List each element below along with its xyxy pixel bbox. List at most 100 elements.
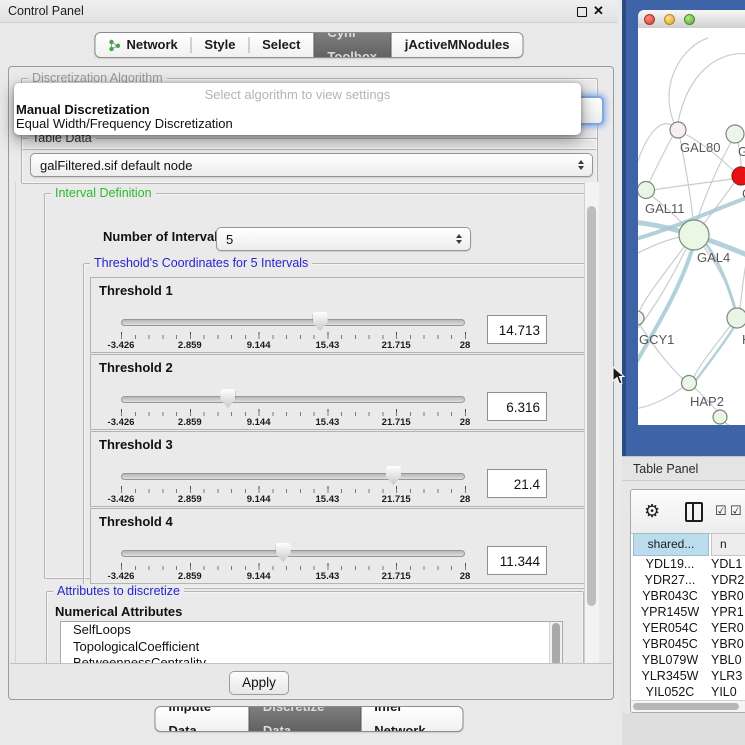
network-node[interactable] bbox=[638, 182, 655, 199]
table-panel-header: Table Panel bbox=[622, 456, 745, 481]
scrollbar-thumb[interactable] bbox=[633, 703, 739, 710]
network-node[interactable] bbox=[682, 376, 697, 391]
table-panel-body: ⚙ ☑ ☑ shared... n YDL19...YDL1YDR27...YD… bbox=[622, 481, 745, 745]
threshold-4-slider[interactable]: -3.4262.8599.14415.4321.71528 bbox=[121, 543, 466, 583]
slider-track[interactable] bbox=[121, 396, 465, 403]
float-window-icon[interactable] bbox=[577, 7, 587, 17]
cell-shared-name[interactable]: YBL079W bbox=[631, 652, 709, 668]
apply-button[interactable]: Apply bbox=[229, 671, 289, 695]
table-panel-title: Table Panel bbox=[633, 457, 698, 481]
table-row[interactable]: YBR045CYBR0 bbox=[631, 636, 745, 652]
dropdown-option-manual-discretization[interactable]: Manual Discretization bbox=[16, 102, 150, 117]
threshold-value-field[interactable]: 14.713 bbox=[487, 315, 547, 344]
column-header-name[interactable]: n bbox=[711, 533, 745, 556]
threshold-value-field[interactable]: 6.316 bbox=[487, 392, 547, 421]
slider-tick-label: 15.43 bbox=[316, 417, 340, 428]
cell-shared-name[interactable]: YLR345W bbox=[631, 668, 709, 684]
table-row[interactable]: YBL079WYBL0 bbox=[631, 652, 745, 668]
table-data-combobox[interactable]: galFiltered.sif default node bbox=[30, 153, 593, 177]
cell-name[interactable]: YDL1 bbox=[709, 556, 742, 572]
panel-vertical-scrollbar[interactable] bbox=[584, 182, 599, 664]
checkbox-icon[interactable]: ☑ bbox=[715, 503, 727, 519]
settings-scroll-viewport: Interval Definition Number of Intervals … bbox=[15, 182, 584, 664]
table-row[interactable]: YBR043CYBR0 bbox=[631, 588, 745, 604]
gear-icon[interactable]: ⚙ bbox=[644, 498, 660, 524]
network-node[interactable] bbox=[727, 308, 745, 328]
list-scrollbar[interactable] bbox=[549, 622, 562, 664]
table-row[interactable]: YDR27...YDR2 bbox=[631, 572, 745, 588]
cell-shared-name[interactable]: YER054C bbox=[631, 620, 709, 636]
slider-thumb[interactable] bbox=[386, 466, 401, 485]
network-node[interactable] bbox=[713, 410, 727, 424]
network-node[interactable] bbox=[638, 311, 644, 325]
threshold-1-slider[interactable]: -3.4262.8599.14415.4321.71528 bbox=[121, 312, 466, 352]
cell-shared-name[interactable]: YBR045C bbox=[631, 636, 709, 652]
slider-thumb[interactable] bbox=[220, 389, 235, 408]
table-row[interactable]: YER054CYER0 bbox=[631, 620, 745, 636]
cyni-toolbox-panel: Discretization Algorithm Select algorith… bbox=[8, 66, 614, 700]
tab-discretize-data[interactable]: Discretize Data bbox=[249, 707, 361, 731]
tab-infer-network[interactable]: Infer Network bbox=[361, 707, 462, 731]
threshold-value-field[interactable]: 11.344 bbox=[487, 546, 547, 575]
cell-name[interactable]: YBR0 bbox=[709, 636, 744, 652]
table-horizontal-scrollbar[interactable] bbox=[631, 700, 745, 712]
control-panel-window: Control Panel ✕ Network Style Select bbox=[0, 0, 618, 745]
network-canvas[interactable]: GAL80GACGAL11GAL4GCY1HHAP2 bbox=[638, 28, 745, 425]
threshold-3-slider[interactable]: -3.4262.8599.14415.4321.71528 bbox=[121, 466, 466, 506]
table-row[interactable]: YPR145WYPR1 bbox=[631, 604, 745, 620]
numerical-attribute-item[interactable]: SelfLoops bbox=[61, 622, 562, 639]
slider-thumb[interactable] bbox=[313, 312, 328, 331]
table-row[interactable]: YIL052CYIL0 bbox=[631, 684, 745, 698]
network-node[interactable] bbox=[670, 122, 686, 138]
tab-cyni-toolbox[interactable]: Cyni Toolbox bbox=[313, 33, 391, 57]
minimize-traffic-light-icon[interactable] bbox=[664, 14, 675, 25]
cell-name[interactable]: YER0 bbox=[709, 620, 744, 636]
cell-shared-name[interactable]: YBR043C bbox=[631, 588, 709, 604]
tab-jactivemnodules[interactable]: jActiveMNodules bbox=[392, 33, 523, 57]
cell-shared-name[interactable]: YDL19... bbox=[631, 556, 709, 572]
slider-tick-label: -3.426 bbox=[108, 340, 135, 351]
tab-select[interactable]: Select bbox=[249, 33, 313, 57]
dropdown-option-equal-width-frequency[interactable]: Equal Width/Frequency Discretization bbox=[16, 116, 233, 131]
threshold-value-field[interactable]: 21.4 bbox=[487, 469, 547, 498]
threshold-2-slider[interactable]: -3.4262.8599.14415.4321.71528 bbox=[121, 389, 466, 429]
slider-tick-label: 9.144 bbox=[247, 417, 271, 428]
cell-name[interactable]: YIL0 bbox=[709, 684, 737, 698]
cell-name[interactable]: YPR1 bbox=[709, 604, 744, 620]
zoom-traffic-light-icon[interactable] bbox=[684, 14, 695, 25]
cell-shared-name[interactable]: YDR27... bbox=[631, 572, 709, 588]
close-icon[interactable]: ✕ bbox=[593, 0, 604, 22]
tab-impute-data[interactable]: Impute Data bbox=[156, 707, 249, 731]
cell-shared-name[interactable]: YIL052C bbox=[631, 684, 709, 698]
network-node[interactable] bbox=[726, 125, 744, 143]
cell-name[interactable]: YDR2 bbox=[709, 572, 744, 588]
split-columns-icon[interactable] bbox=[685, 502, 703, 522]
numerical-attributes-list[interactable]: SelfLoopsTopologicalCoefficientBetweenne… bbox=[60, 621, 563, 664]
cell-name[interactable]: YBR0 bbox=[709, 588, 744, 604]
tab-style[interactable]: Style bbox=[191, 33, 248, 57]
table-row[interactable]: YDL19...YDL1 bbox=[631, 556, 745, 572]
slider-tick-label: 2.859 bbox=[178, 417, 202, 428]
group-title: Interval Definition bbox=[51, 186, 156, 200]
slider-track[interactable] bbox=[121, 473, 465, 480]
number-of-intervals-combobox[interactable]: 5 bbox=[216, 227, 471, 251]
cell-name[interactable]: YBL0 bbox=[709, 652, 742, 668]
network-edge bbox=[638, 387, 683, 409]
slider-minor-ticks bbox=[121, 489, 466, 493]
network-node[interactable] bbox=[679, 220, 709, 250]
cell-name[interactable]: YLR3 bbox=[709, 668, 742, 684]
slider-track[interactable] bbox=[121, 550, 465, 557]
slider-track[interactable] bbox=[121, 319, 465, 326]
column-header-shared-name[interactable]: shared... bbox=[633, 533, 709, 556]
network-node[interactable] bbox=[732, 167, 745, 185]
scrollbar-thumb[interactable] bbox=[587, 206, 596, 606]
checkbox-icon[interactable]: ☑ bbox=[730, 503, 742, 519]
cell-shared-name[interactable]: YPR145W bbox=[631, 604, 709, 620]
close-traffic-light-icon[interactable] bbox=[644, 14, 655, 25]
scrollbar-thumb[interactable] bbox=[552, 623, 560, 664]
slider-thumb[interactable] bbox=[276, 543, 291, 562]
table-row[interactable]: YLR345WYLR3 bbox=[631, 668, 745, 684]
numerical-attribute-item[interactable]: TopologicalCoefficient bbox=[61, 639, 562, 656]
tab-network[interactable]: Network bbox=[95, 33, 190, 57]
threshold-label: Threshold 2 bbox=[99, 360, 173, 375]
